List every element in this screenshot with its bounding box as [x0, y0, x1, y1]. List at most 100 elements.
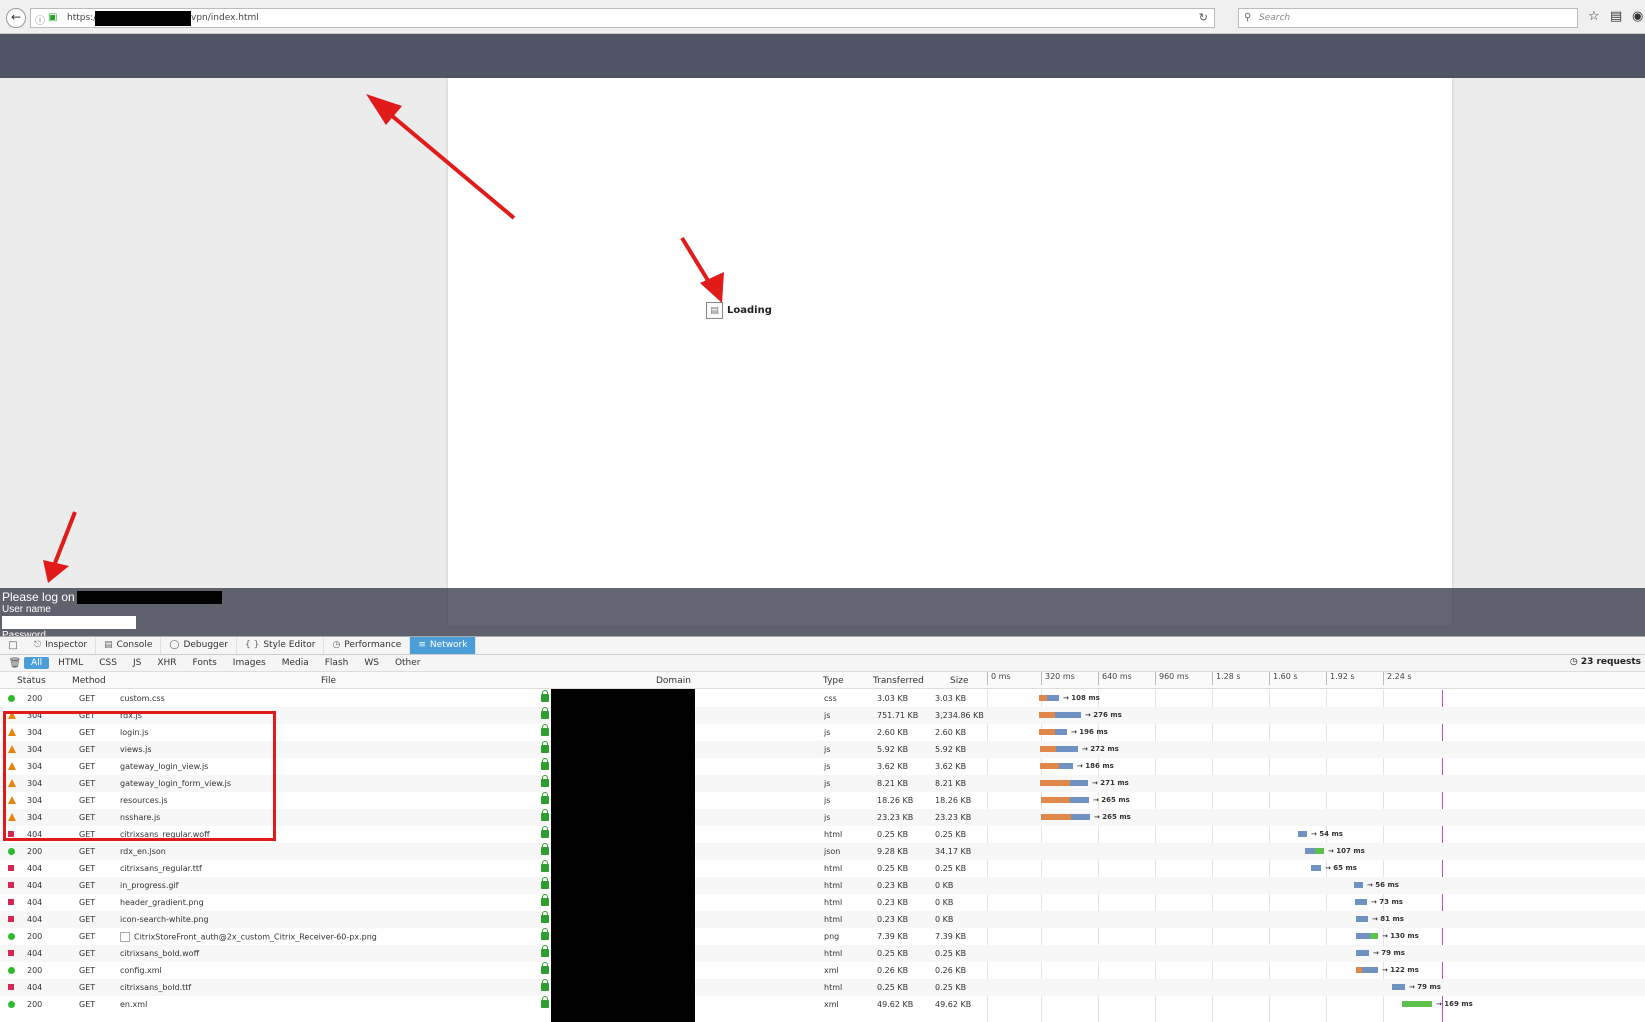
filter-all[interactable]: All	[24, 657, 50, 669]
request-row[interactable]: 200 GET rdx_en.json json 9.28 KB 34.17 KB → 10…	[0, 843, 1645, 860]
pocket-icon[interactable]: ◉	[1632, 9, 1643, 24]
filter-css[interactable]: CSS	[92, 657, 124, 669]
request-row[interactable]: 200 GET custom.css css 3.03 KB 3.03 KB → 108 m…	[0, 690, 1645, 707]
request-transferred: 3.62 KB	[877, 762, 909, 771]
status-dot-icon	[8, 882, 14, 888]
tab-debugger[interactable]: ◯ Debugger	[161, 637, 237, 654]
timing-segment-receive	[1305, 848, 1315, 854]
status-dot-icon	[8, 899, 14, 905]
request-file: config.xml	[120, 966, 162, 975]
request-size: 5.92 KB	[935, 745, 967, 754]
timing-segment-receive	[1056, 746, 1078, 752]
back-arrow-icon[interactable]: ←	[6, 8, 26, 28]
element-picker-icon[interactable]: □	[0, 637, 26, 654]
request-row[interactable]: 200 GET CitrixStoreFront_auth@2x_custom_Ci…	[0, 928, 1645, 945]
request-duration: → 196 ms	[1071, 728, 1108, 736]
col-domain[interactable]: Domain	[656, 676, 691, 686]
request-duration: → 54 ms	[1311, 830, 1343, 838]
request-method: GET	[79, 949, 96, 958]
status-dot-icon	[8, 916, 14, 922]
request-transferred: 0.26 KB	[877, 966, 909, 975]
request-size: 0.25 KB	[935, 864, 967, 873]
status-code: 404	[27, 881, 43, 890]
request-type: js	[824, 813, 831, 822]
timing-segment-receive	[1059, 763, 1073, 769]
request-row[interactable]: 200 GET en.xml xml 49.62 KB 49.62 KB → 169 ms	[0, 996, 1645, 1013]
tab-performance[interactable]: ◷ Performance	[324, 637, 411, 654]
secure-lock-icon	[541, 792, 549, 804]
filter-images[interactable]: Images	[226, 657, 273, 669]
request-type: js	[824, 779, 831, 788]
secure-lock-icon	[541, 860, 549, 872]
request-transferred: 0.25 KB	[877, 864, 909, 873]
secure-lock-icon	[541, 843, 549, 855]
search-placeholder: Search	[1259, 13, 1291, 23]
request-transferred: 0.23 KB	[877, 915, 909, 924]
request-method: GET	[79, 983, 96, 992]
secure-lock-icon	[541, 996, 549, 1008]
request-duration: → 73 ms	[1371, 898, 1403, 906]
request-duration: → 265 ms	[1094, 813, 1131, 821]
filter-media[interactable]: Media	[275, 657, 316, 669]
tab-inspector[interactable]: ⎋ Inspector	[26, 637, 97, 654]
filter-ws[interactable]: WS	[357, 657, 386, 669]
tab-console[interactable]: ▤ Console	[96, 637, 162, 654]
request-type: json	[824, 847, 841, 856]
library-icon[interactable]: ▤	[1610, 9, 1622, 24]
col-file[interactable]: File	[321, 676, 336, 686]
braces-icon: { }	[245, 640, 260, 650]
tab-network[interactable]: ≡ Network	[410, 637, 477, 654]
request-duration: → 169 ms	[1436, 1000, 1473, 1008]
network-icon: ≡	[418, 640, 426, 650]
request-row[interactable]: 404 GET icon-search-white.png html 0.23 KB 0 …	[0, 911, 1645, 928]
timing-segment-receive	[1356, 916, 1368, 922]
trash-icon[interactable]: 🗑	[6, 658, 24, 669]
col-method[interactable]: Method	[72, 676, 106, 686]
url-bar[interactable]: ⓘ ▣ https:// vpn/index.html ↻	[30, 8, 1215, 28]
info-icon[interactable]: ⓘ	[35, 12, 45, 27]
filter-html[interactable]: HTML	[51, 657, 90, 669]
col-size[interactable]: Size	[950, 676, 968, 686]
request-count-text: 23 requests	[1580, 657, 1641, 667]
domain-redaction	[551, 689, 695, 1022]
request-row[interactable]: 404 GET citrixsans_bold.ttf html 0.25 KB 0.25…	[0, 979, 1645, 996]
filter-xhr[interactable]: XHR	[150, 657, 183, 669]
reload-icon[interactable]: ↻	[1199, 11, 1208, 24]
secure-lock-icon	[541, 979, 549, 991]
request-type: html	[824, 830, 843, 839]
request-row[interactable]: 404 GET citrixsans_bold.woff html 0.25 KB 0.2…	[0, 945, 1645, 962]
request-row[interactable]: 404 GET citrixsans_regular.ttf html 0.25 KB 0…	[0, 860, 1645, 877]
col-transferred[interactable]: Transferred	[873, 676, 924, 686]
request-type: png	[824, 932, 840, 941]
request-row[interactable]: 200 GET config.xml xml 0.26 KB 0.26 KB → 122 m…	[0, 962, 1645, 979]
username-field[interactable]	[2, 616, 136, 629]
filter-js[interactable]: JS	[126, 657, 148, 669]
filter-fonts[interactable]: Fonts	[186, 657, 224, 669]
secure-lock-icon	[541, 928, 549, 940]
request-transferred: 0.23 KB	[877, 898, 909, 907]
request-row[interactable]: 404 GET in_progress.gif html 0.23 KB 0 KB → 56…	[0, 877, 1645, 894]
timing-segment-receive	[1055, 712, 1081, 718]
status-dot-icon	[8, 695, 15, 702]
col-status[interactable]: Status	[17, 676, 46, 686]
request-file: en.xml	[120, 1000, 148, 1009]
request-size: 8.21 KB	[935, 779, 967, 788]
bookmark-star-icon[interactable]: ☆	[1588, 9, 1600, 24]
tab-style-editor[interactable]: { } Style Editor	[237, 637, 325, 654]
search-input[interactable]: ⚲ Search	[1238, 8, 1578, 28]
request-duration: → 272 ms	[1082, 745, 1119, 753]
timing-segment-receive	[1071, 814, 1090, 820]
request-duration: → 186 ms	[1077, 762, 1114, 770]
console-icon: ▤	[104, 640, 113, 650]
filter-flash[interactable]: Flash	[318, 657, 356, 669]
request-type: css	[824, 694, 837, 703]
request-type: html	[824, 864, 843, 873]
request-row[interactable]: 404 GET header_gradient.png html 0.23 KB 0 KB…	[0, 894, 1645, 911]
request-duration: → 108 ms	[1063, 694, 1100, 702]
request-type: html	[824, 898, 843, 907]
secure-lock-icon	[541, 775, 549, 787]
col-type[interactable]: Type	[823, 676, 844, 686]
timing-segment-wait	[1040, 746, 1056, 752]
filter-other[interactable]: Other	[388, 657, 428, 669]
timing-segment-receive	[1354, 882, 1363, 888]
